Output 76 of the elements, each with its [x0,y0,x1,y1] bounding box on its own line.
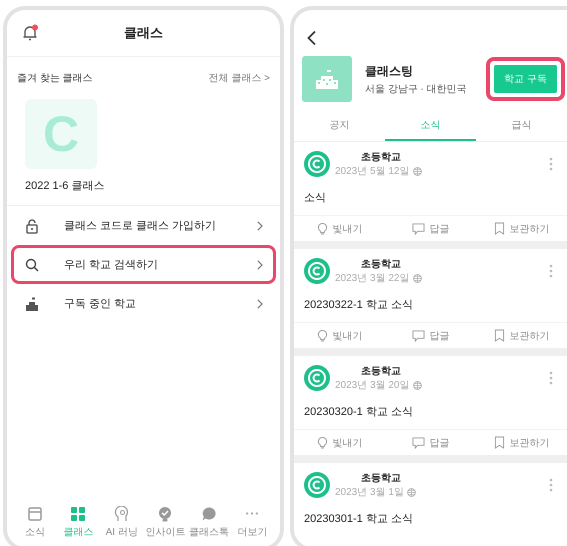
chat-icon [200,506,217,522]
post-text: 20230322-1 학교 소식 [303,298,414,313]
lightbulb-icon [316,222,328,235]
tab-bar-item[interactable]: 클래스 [56,506,100,539]
post-action[interactable]: 보관하기 [476,222,567,236]
more-options-icon[interactable] [549,157,553,171]
section-label: 즐겨 찾는 클래스 [17,72,93,85]
avatar-logo-icon [304,472,330,498]
globe-icon [406,488,416,496]
tab[interactable]: 급식 [476,110,567,141]
globe-icon [412,274,422,282]
lightbulb-icon [316,329,328,342]
avatar-logo-icon [304,151,330,177]
bell-icon[interactable] [21,24,39,42]
post-action[interactable]: 답글 [385,436,476,450]
post-date: 2023년 3월 1일 [335,486,404,499]
bookmark-icon [494,436,504,449]
comment-icon [412,436,424,448]
more-options-icon[interactable] [549,371,553,385]
more-icon [246,512,258,515]
search-icon [24,256,40,272]
post-action[interactable]: 빛내기 [294,436,385,450]
school-building-icon [315,69,339,89]
back-icon[interactable] [306,30,318,46]
tab-bar-item[interactable]: 더보기 [230,506,274,539]
post-author: 초등학교 [361,365,402,378]
comment-icon [412,222,424,234]
post-action[interactable]: 답글 [385,328,476,342]
lock-icon [24,218,40,234]
avatar-logo-icon [304,365,330,391]
grid-icon [70,506,86,522]
menu-item[interactable]: 구독 중인 학교 [11,284,276,323]
post-author: 초등학교 [361,151,402,164]
more-options-icon[interactable] [549,478,553,492]
more-options-icon[interactable] [549,264,553,278]
tab[interactable]: 공지 [294,110,385,141]
post-action[interactable]: 답글 [385,222,476,236]
bookmark-icon [494,222,504,235]
post-text: 20230301-1 학교 소식 [303,512,414,527]
tab-bar-item[interactable]: 클래스톡 [187,506,230,539]
globe-icon [412,166,422,176]
globe-icon [412,380,422,390]
screen-title: 클래스 [124,24,163,42]
post-author: 초등학교 [361,258,402,271]
post-action[interactable]: 빛내기 [294,222,385,236]
head-icon [114,506,130,522]
menu-item[interactable]: 클래스 코드로 클래스 가입하기 [11,206,276,245]
bookmark-icon [494,329,504,342]
chevron-right-icon [257,260,263,270]
post-text: 20230320-1 학교 소식 [303,405,414,420]
post-date: 2023년 5월 12일 [335,165,410,178]
menu-item[interactable]: 우리 학교 검색하기 [11,245,276,284]
class-name: 2022 1-6 클래스 [25,179,104,193]
school-name: 클래스팅 [365,62,414,80]
tab-bar-item[interactable]: 인사이트 [144,506,187,539]
post-action[interactable]: 보관하기 [476,328,567,342]
comment-icon [412,330,424,342]
newspaper-icon [26,506,43,522]
post-date: 2023년 3월 20일 [335,379,410,392]
school-location: 서울 강남구 · 대한민국 [365,82,468,96]
post-action[interactable]: 보관하기 [476,436,567,450]
tab-bar-item[interactable]: AI 러닝 [100,506,144,539]
chevron-right-icon [257,298,263,308]
badge-icon [157,506,174,522]
post-author: 초등학교 [361,472,402,485]
post-action[interactable]: 빛내기 [294,328,385,342]
avatar-logo-icon [304,258,330,284]
class-logo-letter: C [42,105,80,163]
lightbulb-icon [316,436,328,449]
subscribe-button[interactable]: 학교 구독 [494,65,557,93]
school-icon [24,296,40,312]
all-classes-link[interactable]: 전체 클래스 > [208,71,270,85]
tab-bar-item[interactable]: 소식 [13,506,56,539]
chevron-right-icon [257,220,263,230]
post-date: 2023년 3월 22일 [335,272,410,285]
post-text: 소식 [303,191,327,206]
